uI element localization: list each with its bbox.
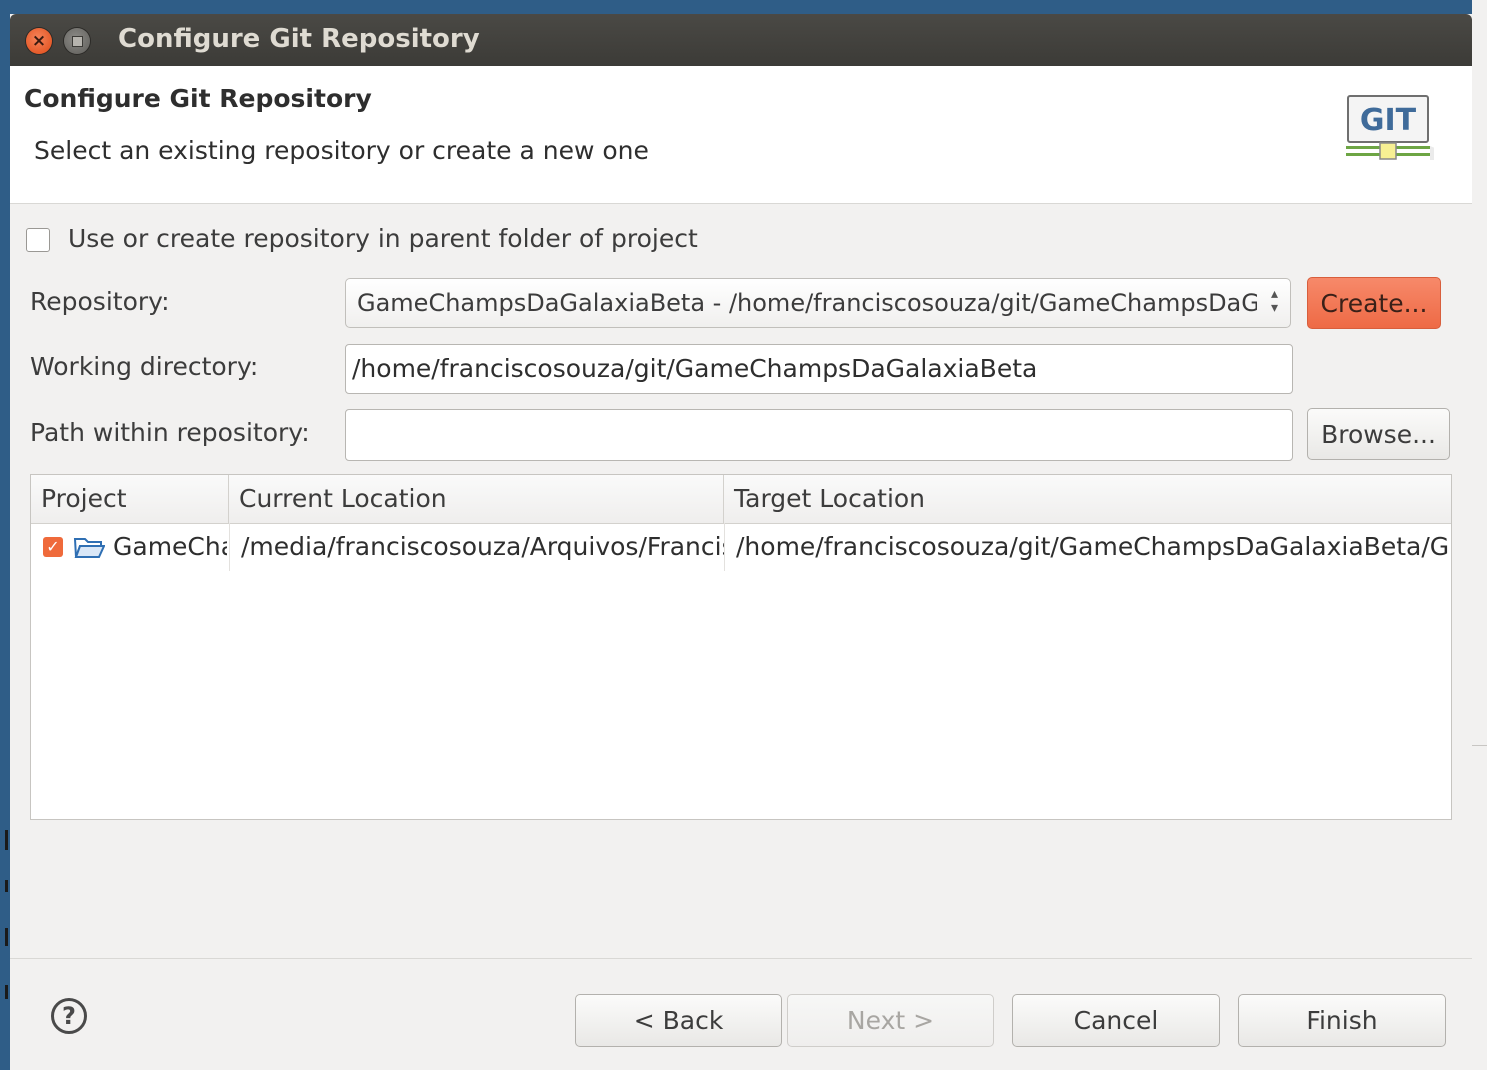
project-name: GameChampsDaGalaxiaBeta: [113, 532, 227, 561]
column-project[interactable]: Project: [31, 475, 229, 523]
wizard-header: Configure Git Repository Select an exist…: [10, 66, 1472, 204]
parent-folder-checkbox[interactable]: [26, 228, 50, 252]
background-desktop: [0, 0, 10, 1070]
footer-divider: [10, 958, 1472, 959]
path-within-label: Path within repository:: [30, 418, 310, 447]
next-button[interactable]: Next >: [787, 994, 994, 1047]
page-title: Configure Git Repository: [24, 84, 372, 113]
back-button[interactable]: < Back: [575, 994, 782, 1047]
table-header: Project Current Location Target Location: [31, 475, 1451, 524]
project-checkbox[interactable]: ✓: [43, 537, 63, 557]
projects-table: Project Current Location Target Location…: [30, 474, 1452, 820]
folder-icon: [73, 538, 105, 558]
git-logo-text: GIT: [1360, 103, 1417, 138]
window-title: Configure Git Repository: [118, 24, 480, 54]
cancel-button[interactable]: Cancel: [1012, 994, 1220, 1047]
working-directory-field[interactable]: /home/franciscosouza/git/GameChampsDaGal…: [345, 344, 1293, 394]
title-bar: × Configure Git Repository: [10, 14, 1472, 66]
finish-button[interactable]: Finish: [1238, 994, 1446, 1047]
background-window-edge: [1472, 0, 1487, 1070]
minimize-icon[interactable]: [64, 28, 90, 54]
git-logo-icon: GIT: [1346, 95, 1434, 160]
working-directory-label: Working directory:: [30, 352, 259, 381]
column-target-location[interactable]: Target Location: [724, 475, 1452, 523]
close-icon[interactable]: ×: [26, 28, 52, 54]
path-within-field[interactable]: [345, 409, 1293, 461]
repository-label: Repository:: [30, 287, 170, 316]
current-location: /media/franciscosouza/Arquivos/Francisco…: [241, 532, 724, 561]
repository-select[interactable]: GameChampsDaGalaxiaBeta - /home/francisc…: [345, 278, 1291, 328]
parent-folder-checkbox-label[interactable]: Use or create repository in parent folde…: [68, 224, 698, 253]
help-icon[interactable]: ?: [51, 998, 87, 1034]
target-location: /home/franciscosouza/git/GameChampsDaGal…: [736, 532, 1448, 561]
table-row[interactable]: ✓ GameChampsDaGalaxiaBeta /media/francis…: [31, 523, 1451, 571]
column-divider: [724, 523, 725, 571]
column-divider: [229, 523, 230, 571]
working-directory-value: /home/franciscosouza/git/GameChampsDaGal…: [352, 354, 1038, 383]
configure-git-dialog: × Configure Git Repository Configure Git…: [10, 14, 1472, 1070]
browse-button[interactable]: Browse...: [1307, 408, 1450, 460]
create-repository-button[interactable]: Create...: [1307, 277, 1441, 329]
column-current-location[interactable]: Current Location: [229, 475, 724, 523]
chevron-updown-icon: ▴ ▾: [1270, 286, 1278, 316]
repository-select-value: GameChampsDaGalaxiaBeta - /home/francisc…: [357, 289, 1257, 317]
page-subtitle: Select an existing repository or create …: [34, 136, 649, 165]
